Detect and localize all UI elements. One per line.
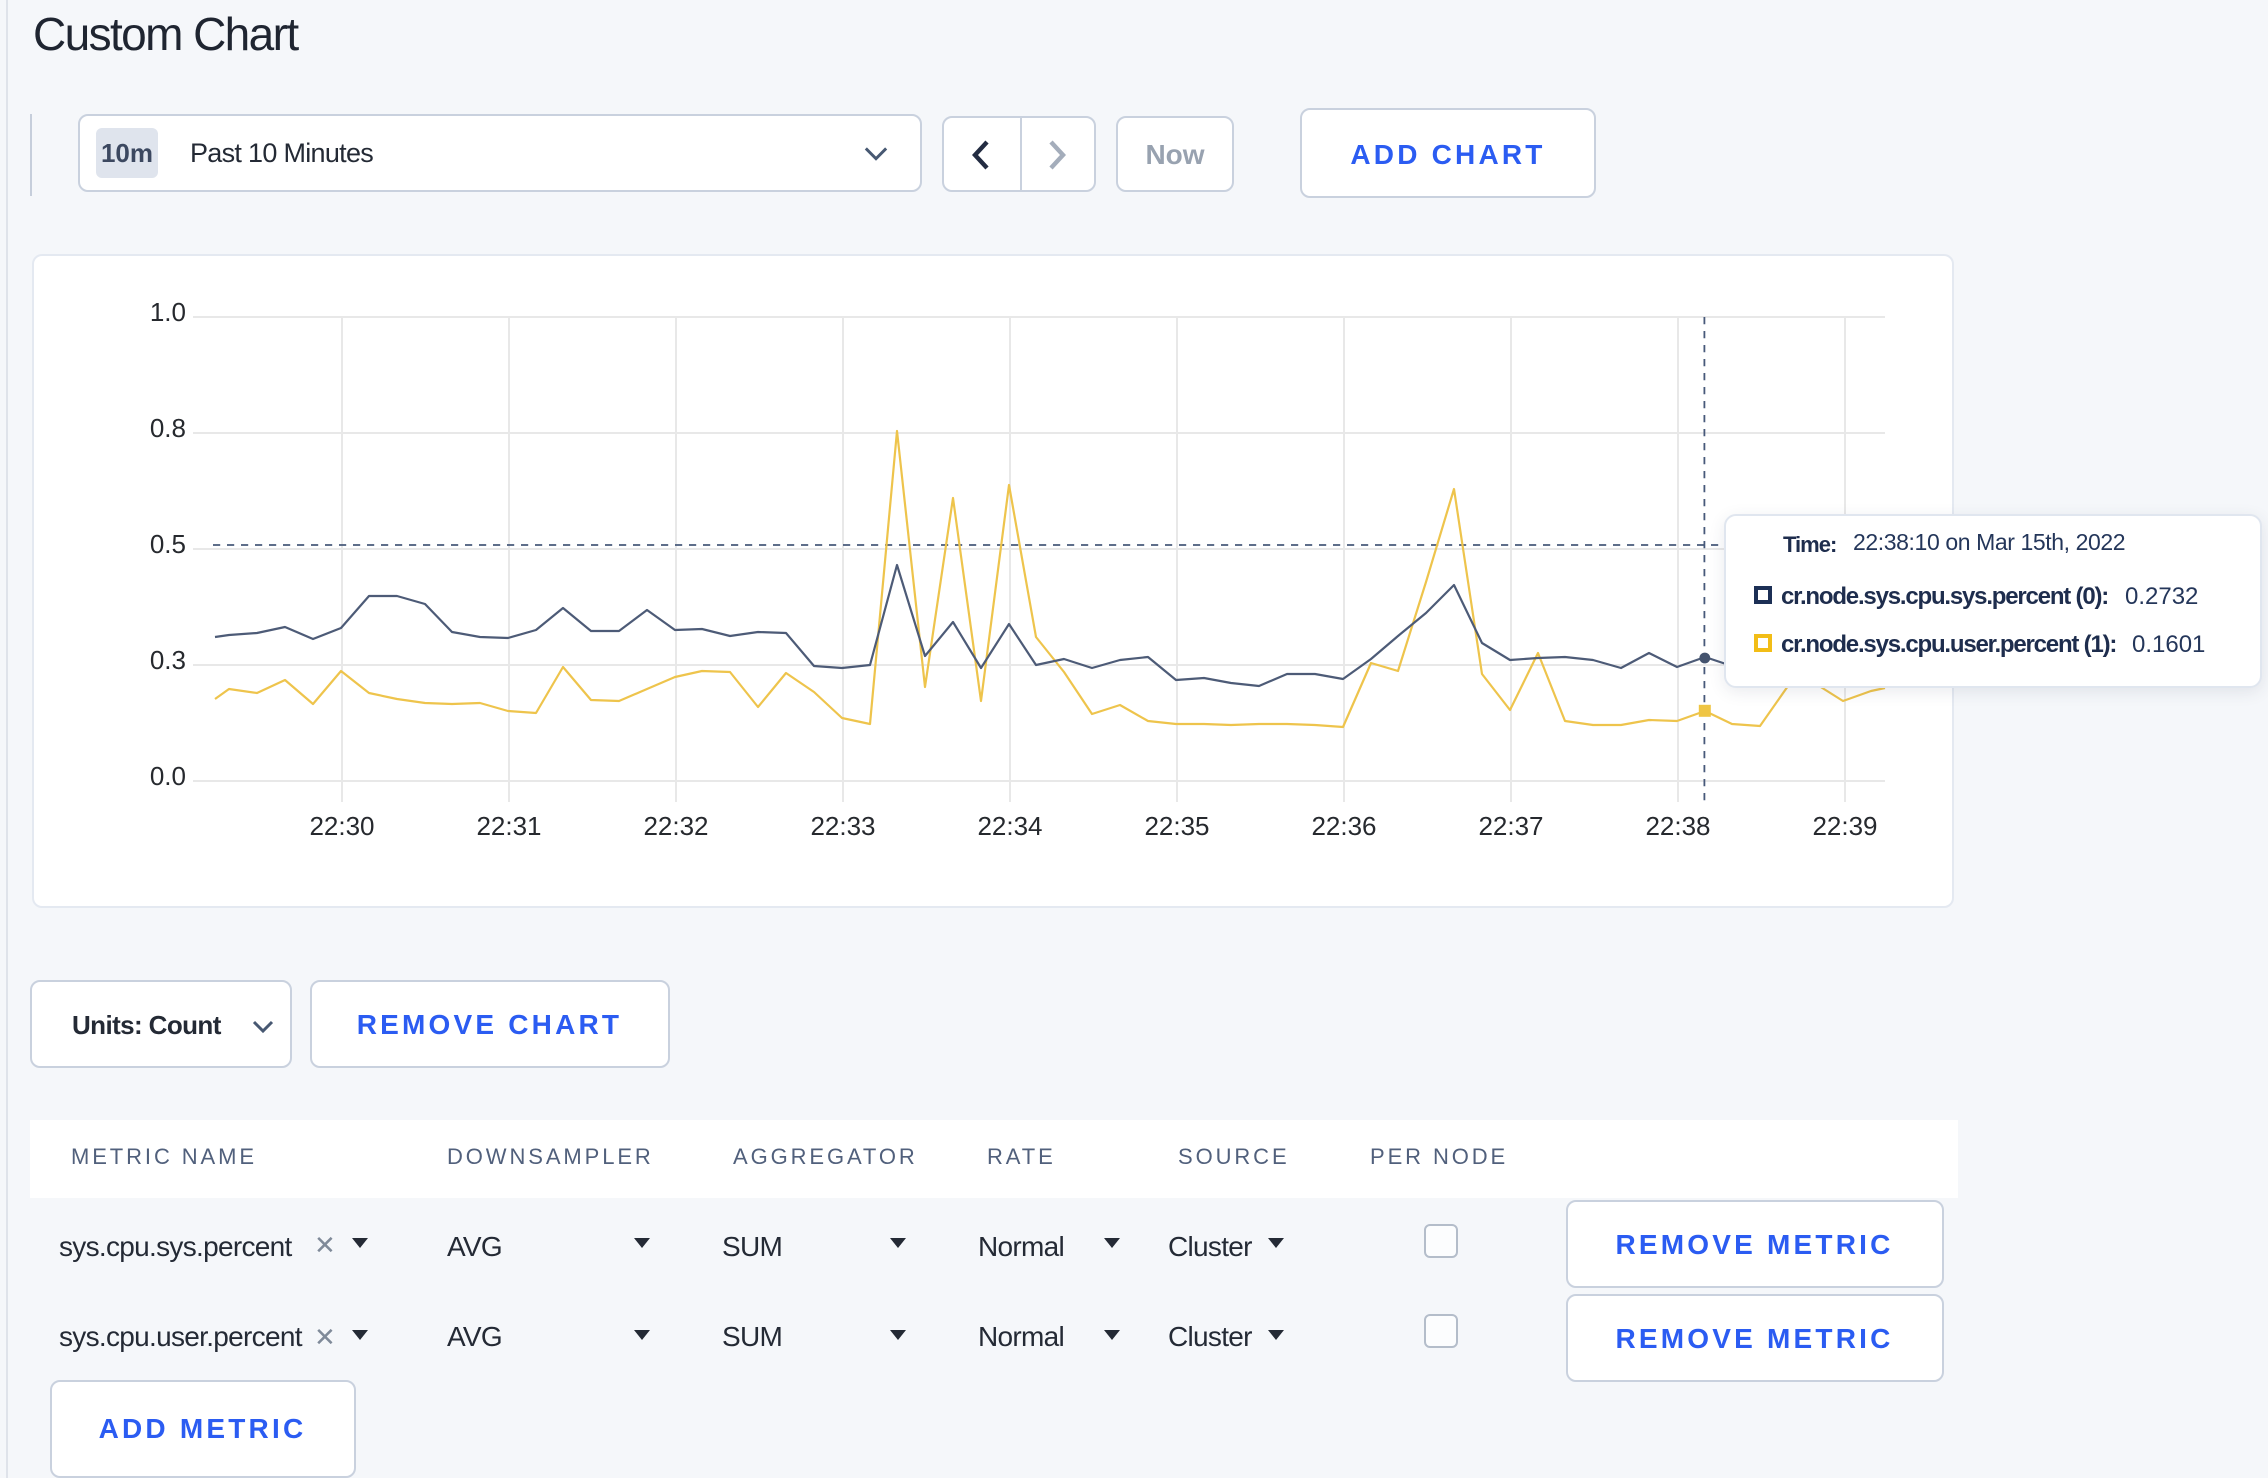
svg-text:22:34: 22:34 bbox=[977, 811, 1042, 841]
svg-text:22:38: 22:38 bbox=[1645, 811, 1710, 841]
svg-text:0.5: 0.5 bbox=[150, 529, 186, 559]
svg-text:0.3: 0.3 bbox=[150, 645, 186, 675]
svg-text:0.8: 0.8 bbox=[150, 413, 186, 443]
svg-text:22:35: 22:35 bbox=[1144, 811, 1209, 841]
svg-text:22:39: 22:39 bbox=[1812, 811, 1877, 841]
svg-text:22:30: 22:30 bbox=[309, 811, 374, 841]
svg-text:22:32: 22:32 bbox=[643, 811, 708, 841]
svg-text:22:37: 22:37 bbox=[1478, 811, 1543, 841]
svg-text:22:31: 22:31 bbox=[476, 811, 541, 841]
svg-text:22:33: 22:33 bbox=[810, 811, 875, 841]
svg-text:1.0: 1.0 bbox=[150, 297, 186, 327]
svg-text:0.0: 0.0 bbox=[150, 761, 186, 791]
svg-text:22:36: 22:36 bbox=[1311, 811, 1376, 841]
